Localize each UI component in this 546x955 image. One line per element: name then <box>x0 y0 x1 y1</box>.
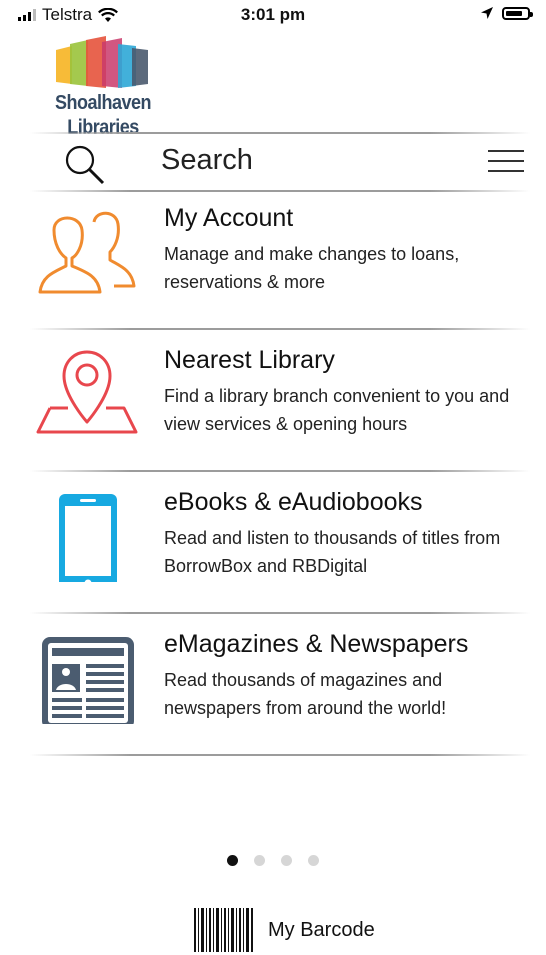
barcode-icon <box>194 908 253 952</box>
page-dot[interactable] <box>308 855 319 866</box>
page-dot[interactable] <box>254 855 265 866</box>
logo-books-icon <box>56 36 148 88</box>
search-icon[interactable] <box>64 144 106 186</box>
menu-item-description: Find a library branch convenient to you … <box>164 386 510 434</box>
divider <box>30 190 530 192</box>
divider <box>30 754 530 756</box>
divider <box>30 328 530 330</box>
menu-item-description: Manage and make changes to loans, reserv… <box>164 244 460 292</box>
status-time: 3:01 pm <box>240 5 306 24</box>
menu-item-emagazines-newspapers[interactable]: eMagazines & Newspapers Read thousands o… <box>0 628 546 768</box>
menu-item-my-account[interactable]: My Account Manage and make changes to lo… <box>0 202 546 342</box>
divider <box>30 470 530 472</box>
menu-item-nearest-library[interactable]: Nearest Library Find a library branch co… <box>0 344 546 484</box>
menu-item-title: eMagazines & Newspapers <box>164 630 469 658</box>
menu-item-ebooks-eaudiobooks[interactable]: eBooks & eAudiobooks Read and listen to … <box>0 486 546 626</box>
hamburger-menu-icon[interactable] <box>488 150 524 174</box>
divider <box>30 612 530 614</box>
menu-item-description: Read and listen to thousands of titles f… <box>164 528 501 576</box>
divider <box>30 132 530 134</box>
status-right <box>480 6 533 20</box>
page-dot[interactable] <box>227 855 238 866</box>
search-label[interactable]: Search <box>161 144 253 177</box>
menu-item-title: My Account <box>164 204 294 232</box>
my-barcode-label: My Barcode <box>268 918 375 941</box>
menu-item-description: Read thousands of magazines and newspape… <box>164 670 447 718</box>
tablet-icon <box>59 494 117 582</box>
battery-icon <box>502 6 533 20</box>
page-indicator <box>0 855 546 866</box>
shoalhaven-libraries-logo: Shoalhaven Libraries <box>30 36 176 138</box>
search-bar: Search <box>30 132 530 192</box>
page-dot[interactable] <box>281 855 292 866</box>
menu-item-title: Nearest Library <box>164 346 335 374</box>
location-arrow-icon <box>481 7 493 19</box>
status-bar: Telstra 3:01 pm <box>0 0 546 32</box>
newspaper-icon <box>42 637 134 724</box>
menu-item-title: eBooks & eAudiobooks <box>164 488 423 516</box>
map-pin-icon <box>36 350 138 434</box>
my-barcode-button[interactable]: My Barcode <box>192 905 375 955</box>
account-icon <box>38 211 136 294</box>
